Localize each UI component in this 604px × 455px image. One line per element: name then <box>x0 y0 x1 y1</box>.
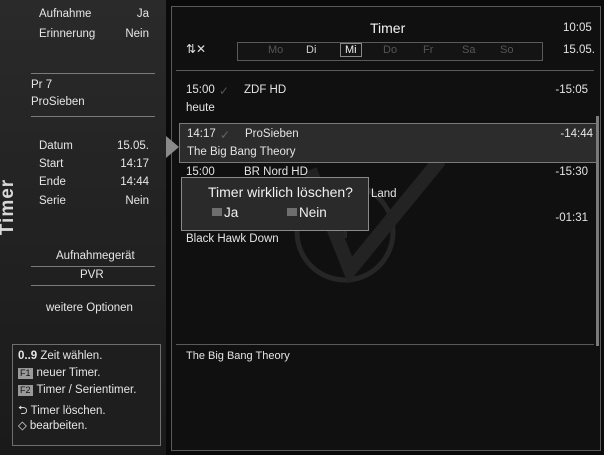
vertical-title: Timer <box>0 178 18 236</box>
number-keys-icon: 0..9 <box>18 350 38 362</box>
divider <box>31 266 155 267</box>
timer-row-selected[interactable]: 14:17 ✓ ProSieben -14:44 The Big Bang Th… <box>179 123 598 163</box>
start-value[interactable]: 14:17 <box>100 158 149 170</box>
weekday-selector[interactable]: Mo Di Mi Do Fr Sa So <box>237 42 543 61</box>
channel-name[interactable]: ProSieben <box>31 96 85 108</box>
timer-end: -15:05 <box>555 84 588 96</box>
timer-channel: ZDF HD <box>244 84 287 96</box>
timer-row[interactable]: 15:00 ✓ ZDF HD -15:05 heute <box>172 84 598 120</box>
f2-key-icon: F2 <box>18 385 33 396</box>
day-so[interactable]: So <box>500 44 513 56</box>
recording-device-value[interactable]: PVR <box>80 269 104 281</box>
page-title: Timer <box>370 20 406 36</box>
recording-value[interactable]: Ja <box>120 8 149 20</box>
clock: 10:05 <box>563 22 592 34</box>
day-do[interactable]: Do <box>383 44 397 56</box>
start-label: Start <box>39 158 64 170</box>
f1-key-icon: F1 <box>18 368 33 379</box>
series-label: Serie <box>39 195 66 207</box>
day-mi[interactable]: Mi <box>340 43 362 57</box>
reminder-value[interactable]: Nein <box>110 28 149 40</box>
timer-title: The Big Bang Theory <box>187 146 296 158</box>
divider <box>31 116 155 117</box>
date-value[interactable]: 15.05. <box>100 140 149 152</box>
timer-end: -01:31 <box>555 212 588 224</box>
timer-start: 14:17 <box>187 128 216 140</box>
end-value[interactable]: 14:44 <box>100 176 149 188</box>
recording-device-label: Aufnahmegerät <box>56 250 135 262</box>
timer-channel-suffix: Land <box>371 188 397 200</box>
reminder-label: Erinnerung <box>39 28 96 40</box>
timer-channel: ProSieben <box>245 128 299 140</box>
sort-toggle-icon[interactable]: ⇅✕ <box>186 42 206 56</box>
more-options-link[interactable]: weitere Optionen <box>46 302 133 314</box>
timer-start: 15:00 <box>186 84 215 96</box>
current-date: 15.05. <box>563 44 595 56</box>
help-line-edit: ◇ bearbeiten. <box>18 418 87 432</box>
recording-label: Aufnahme <box>39 8 92 20</box>
yes-button[interactable]: Ja <box>212 205 238 220</box>
divider <box>176 344 594 345</box>
screen: { "sidebar": { "vertical_title": "Timer"… <box>0 0 604 455</box>
divider <box>176 70 594 71</box>
day-di[interactable]: Di <box>306 44 316 56</box>
date-label: Datum <box>39 140 73 152</box>
day-fr[interactable]: Fr <box>423 44 433 56</box>
end-label: Ende <box>39 176 66 188</box>
dialog-question: Timer wirklich löschen? <box>208 184 353 200</box>
timer-end: -14:44 <box>560 128 593 140</box>
button-marker-icon <box>212 208 222 216</box>
no-label: Nein <box>299 205 327 220</box>
help-text: Timer / Serientimer. <box>36 384 137 396</box>
check-icon: ✓ <box>219 84 230 98</box>
help-text: bearbeiten. <box>29 420 88 432</box>
timer-title: Black Hawk Down <box>186 233 279 245</box>
timer-title: heute <box>186 102 215 114</box>
button-marker-icon <box>287 208 297 216</box>
help-text: neuer Timer. <box>36 367 101 379</box>
help-line-time: 0..9 Zeit wählen. <box>18 350 102 362</box>
check-icon: ✓ <box>220 128 231 142</box>
ok-diamond-icon: ◇ <box>18 420 27 432</box>
no-button[interactable]: Nein <box>287 205 327 220</box>
divider <box>31 285 155 286</box>
timer-end: -15:30 <box>555 166 588 178</box>
back-arrow-icon: ⮌ <box>18 403 28 417</box>
delete-confirm-dialog: Timer wirklich löschen? Ja Nein <box>181 177 369 231</box>
help-line-series-timer: F2 Timer / Serientimer. <box>18 384 136 396</box>
help-text: Zeit wählen. <box>40 350 103 362</box>
yes-label: Ja <box>224 205 239 220</box>
program-number: Pr 7 <box>31 79 53 91</box>
day-sa[interactable]: Sa <box>462 44 475 56</box>
help-text: Timer löschen. <box>30 405 106 417</box>
info-title: The Big Bang Theory <box>186 350 290 362</box>
help-line-new-timer: F1 neuer Timer. <box>18 367 100 379</box>
selection-arrow-icon <box>166 136 179 158</box>
scrollbar[interactable] <box>596 116 599 346</box>
series-value[interactable]: Nein <box>100 195 149 207</box>
divider <box>31 73 155 74</box>
day-mo[interactable]: Mo <box>268 44 283 56</box>
